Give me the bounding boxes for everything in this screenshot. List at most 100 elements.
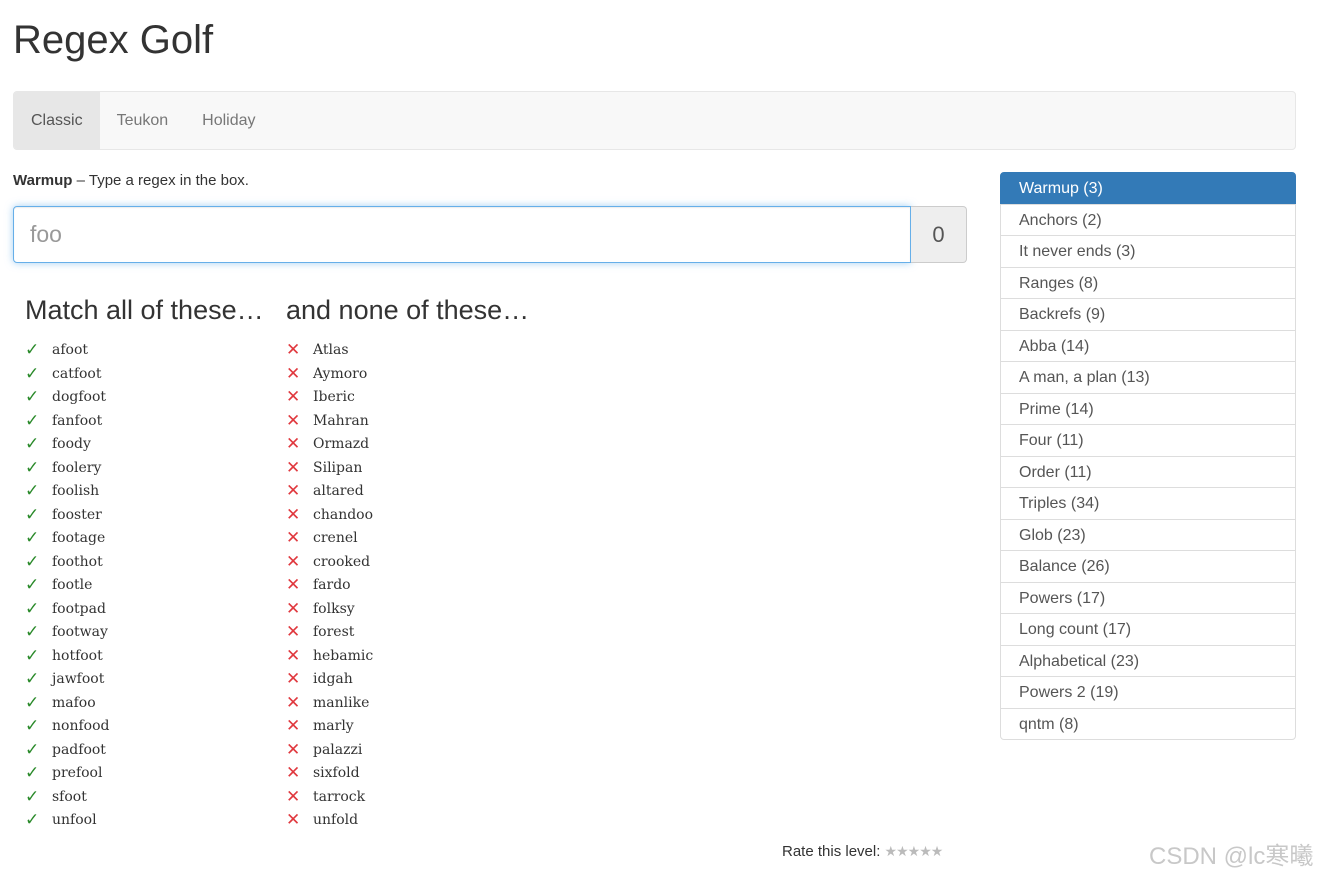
reject-word: ✕ Atlas — [286, 339, 373, 363]
match-word-text: footpad — [52, 600, 106, 617]
match-word-text: jawfoot — [52, 671, 105, 688]
check-icon: ✓ — [25, 763, 40, 784]
level-item[interactable]: A man, a plan (13) — [1000, 361, 1296, 394]
tab-classic[interactable]: Classic — [14, 92, 100, 149]
check-icon: ✓ — [25, 434, 40, 455]
match-word: ✓ unfool — [25, 809, 109, 833]
match-word: ✓ jawfoot — [25, 668, 109, 692]
match-word-text: foody — [52, 436, 91, 453]
level-description: Warmup – Type a regex in the box. — [13, 172, 249, 189]
match-word: ✓ footway — [25, 621, 109, 645]
match-word-text: footage — [52, 530, 106, 547]
check-icon: ✓ — [25, 810, 40, 831]
reject-word-text: tarrock — [313, 788, 366, 805]
reject-word-text: Silipan — [313, 459, 363, 476]
reject-word: ✕ crooked — [286, 551, 373, 575]
reject-heading: and none of these… — [286, 295, 530, 325]
level-item[interactable]: Powers (17) — [1000, 581, 1296, 614]
level-item[interactable]: Balance (26) — [1000, 550, 1296, 583]
tab-teukon[interactable]: Teukon — [100, 92, 186, 149]
check-icon: ✓ — [25, 528, 40, 549]
check-icon: ✓ — [25, 410, 40, 431]
reject-word-text: sixfold — [313, 765, 360, 782]
level-item[interactable]: Four (11) — [1000, 424, 1296, 457]
reject-word-text: marly — [313, 718, 354, 735]
reject-word-text: fardo — [313, 577, 351, 594]
match-word-text: afoot — [52, 342, 89, 359]
reject-word: ✕ marly — [286, 715, 373, 739]
match-word: ✓ foolery — [25, 457, 109, 481]
rating: Rate this level: ★★★★★ — [782, 843, 944, 860]
reject-word-text: crooked — [313, 553, 371, 570]
level-item[interactable]: Anchors (2) — [1000, 203, 1296, 236]
match-word: ✓ sfoot — [25, 786, 109, 810]
reject-word-text: Aymoro — [313, 365, 368, 382]
regex-input-group: 0 — [13, 206, 967, 263]
check-icon: ✓ — [25, 669, 40, 690]
reject-word-text: Ormazd — [313, 436, 370, 453]
match-word-text: foolery — [52, 459, 102, 476]
match-word: ✓ afoot — [25, 339, 109, 363]
level-item[interactable]: Powers 2 (19) — [1000, 676, 1296, 709]
level-item[interactable]: Glob (23) — [1000, 518, 1296, 551]
tab-holiday[interactable]: Holiday — [185, 92, 272, 149]
rating-stars[interactable]: ★★★★★ — [885, 843, 944, 859]
check-icon: ✓ — [25, 575, 40, 596]
cross-icon: ✕ — [286, 598, 301, 619]
match-word-text: prefool — [52, 765, 103, 782]
level-item[interactable]: Ranges (8) — [1000, 266, 1296, 299]
reject-word: ✕ fardo — [286, 574, 373, 598]
match-word-text: foothot — [52, 553, 103, 570]
level-item[interactable]: Long count (17) — [1000, 613, 1296, 646]
reject-word: ✕ sixfold — [286, 762, 373, 786]
rating-label: Rate this level: — [782, 843, 885, 860]
level-item[interactable]: Alphabetical (23) — [1000, 644, 1296, 677]
cross-icon: ✕ — [286, 410, 301, 431]
level-item[interactable]: Order (11) — [1000, 455, 1296, 488]
match-word-text: nonfood — [52, 718, 110, 735]
match-word: ✓ padfoot — [25, 739, 109, 763]
match-word-text: hotfoot — [52, 647, 103, 664]
match-word: ✓ footpad — [25, 598, 109, 622]
level-item[interactable]: Warmup (3) — [1000, 172, 1296, 205]
reject-word: ✕ Mahran — [286, 410, 373, 434]
check-icon: ✓ — [25, 457, 40, 478]
check-icon: ✓ — [25, 481, 40, 502]
level-item[interactable]: Abba (14) — [1000, 329, 1296, 362]
cross-icon: ✕ — [286, 716, 301, 737]
level-instructions: – Type a regex in the box. — [72, 172, 249, 189]
regex-input[interactable] — [13, 206, 911, 263]
reject-word: ✕ hebamic — [286, 645, 373, 669]
reject-word-text: manlike — [313, 694, 370, 711]
level-item[interactable]: Prime (14) — [1000, 392, 1296, 425]
match-word-text: padfoot — [52, 741, 106, 758]
match-list: ✓ afoot ✓ catfoot ✓ dogfoot ✓ fanfoot ✓ foody ✓ foo… — [25, 339, 109, 833]
check-icon: ✓ — [25, 645, 40, 666]
check-icon: ✓ — [25, 692, 40, 713]
cross-icon: ✕ — [286, 669, 301, 690]
check-icon: ✓ — [25, 504, 40, 525]
reject-word-text: chandoo — [313, 506, 374, 523]
match-word: ✓ foolish — [25, 480, 109, 504]
level-item[interactable]: It never ends (3) — [1000, 235, 1296, 268]
level-item[interactable]: qntm (8) — [1000, 707, 1296, 740]
cross-icon: ✕ — [286, 551, 301, 572]
reject-word: ✕ Ormazd — [286, 433, 373, 457]
cross-icon: ✕ — [286, 645, 301, 666]
level-item[interactable]: Backrefs (9) — [1000, 298, 1296, 331]
cross-icon: ✕ — [286, 786, 301, 807]
page-title: Regex Golf — [13, 18, 214, 62]
match-word: ✓ nonfood — [25, 715, 109, 739]
cross-icon: ✕ — [286, 810, 301, 831]
reject-list: ✕ Atlas ✕ Aymoro ✕ Iberic ✕ Mahran ✕ Ormazd ✕ Silip… — [286, 339, 373, 833]
level-list: Warmup (3) Anchors (2) It never ends (3) Ra… — [1000, 172, 1296, 740]
reject-word-text: forest — [313, 624, 355, 641]
match-heading: Match all of these… — [25, 295, 264, 325]
match-word-text: foolish — [52, 483, 100, 500]
check-icon: ✓ — [25, 387, 40, 408]
reject-word-text: palazzi — [313, 741, 363, 758]
level-item[interactable]: Triples (34) — [1000, 487, 1296, 520]
match-word: ✓ footle — [25, 574, 109, 598]
reject-word: ✕ folksy — [286, 598, 373, 622]
reject-word-text: idgah — [313, 671, 353, 688]
